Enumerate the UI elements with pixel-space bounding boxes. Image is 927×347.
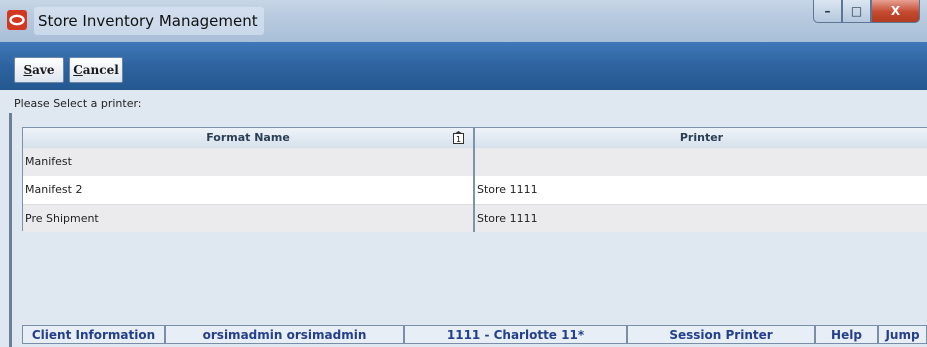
cancel-button[interactable]: Cancel [69,57,123,83]
app-window: Store Inventory Management – □ X Save Ca… [0,0,927,347]
printer-prompt: Please Select a printer: [14,97,142,110]
maximize-button[interactable]: □ [842,0,871,23]
session-printer-button[interactable]: Session Printer [627,325,815,344]
table-row[interactable]: Manifest [23,148,927,176]
user-status: orsimadmin orsimadmin [165,325,404,344]
printer-cell[interactable]: Store 1111 [477,205,917,233]
window-controls: – □ X [813,0,920,24]
minimize-button[interactable]: – [813,0,842,23]
format-name-cell: Manifest [25,155,72,168]
save-mnemonic: S [23,63,33,77]
client-information-button[interactable]: Client Information [22,325,165,344]
format-name-cell: Pre Shipment [25,212,99,225]
toolbar: Save Cancel [0,42,927,90]
table-row[interactable]: Manifest 2 Store 1111 [23,176,927,204]
printer-cell[interactable]: Store 1111 [477,176,917,204]
sort-ascending-icon[interactable]: 1 [453,131,464,144]
oracle-app-icon [7,10,27,30]
status-bar: Client Information orsimadmin orsimadmin… [22,325,927,347]
window-title: Store Inventory Management [34,7,264,35]
table-header: Format Name 1 Printer [23,128,927,149]
printer-cell[interactable] [477,148,917,176]
column-divider[interactable] [473,128,475,232]
close-button[interactable]: X [871,0,920,23]
help-button[interactable]: Help [815,325,878,344]
printer-table: Format Name 1 Printer Manifest Manifest … [22,127,927,232]
svg-text:1: 1 [456,135,461,144]
cancel-mnemonic: C [73,63,83,77]
title-bar[interactable]: Store Inventory Management – □ X [0,0,927,43]
table-row[interactable]: Pre Shipment Store 1111 [23,204,927,232]
save-label: ave [32,63,55,77]
jump-button[interactable]: Jump [878,325,927,344]
column-header-format-name[interactable]: Format Name [23,128,473,148]
store-status[interactable]: 1111 - Charlotte 11* [404,325,627,344]
format-name-cell: Manifest 2 [25,183,83,196]
cancel-label: ancel [82,63,119,77]
column-header-printer[interactable]: Printer [475,128,927,148]
panel-edge [9,113,12,347]
save-button[interactable]: Save [14,57,64,83]
